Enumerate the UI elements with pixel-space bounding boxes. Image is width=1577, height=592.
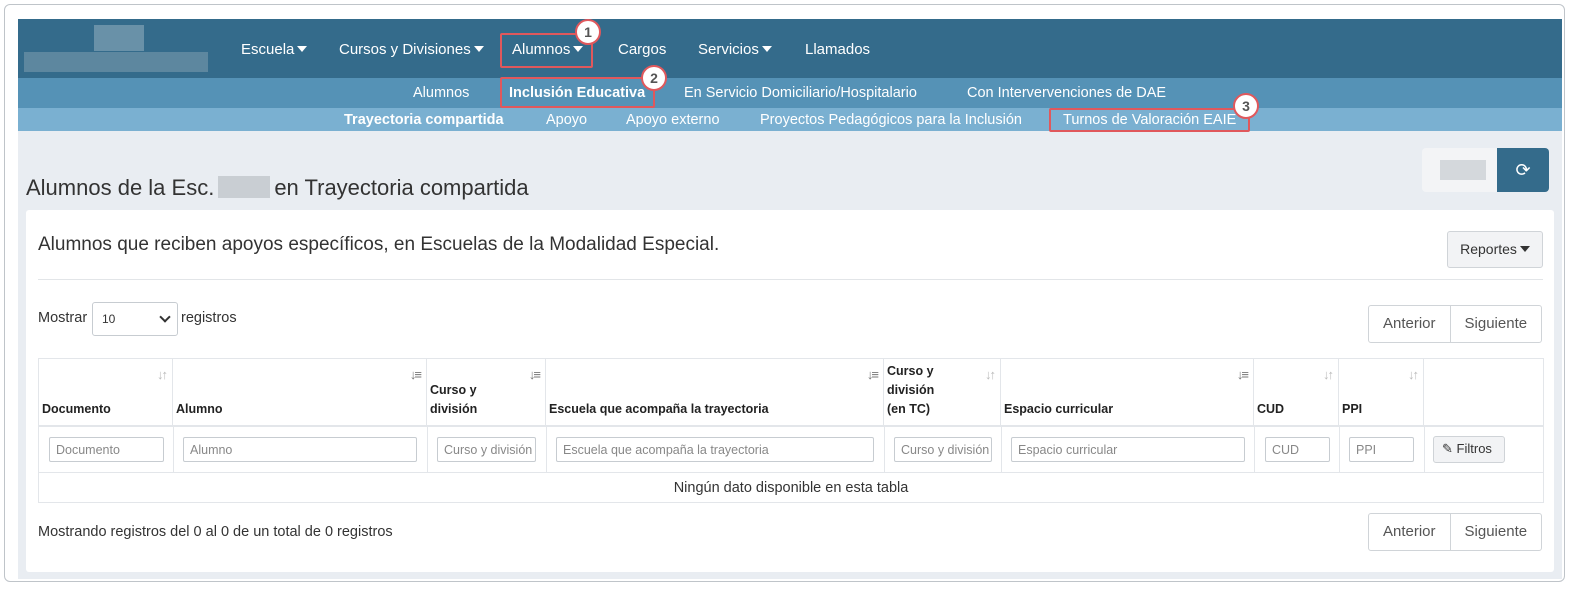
screenshot-frame: Escuela Cursos y Divisiones Alumnos Carg… [4, 4, 1565, 582]
refresh-icon: ⟳ [1515, 159, 1531, 180]
filter-documento-input[interactable]: Documento [49, 437, 164, 462]
empty-table-message: Ningún dato disponible en esta tabla [673, 480, 909, 496]
callout-badge-2: 2 [641, 65, 667, 91]
caret-down-icon [761, 46, 772, 52]
highlight-box-2 [500, 77, 655, 108]
students-table: Documento ↓↑ Alumno ↓≡ Curso y división ↓≡ … [38, 358, 1544, 503]
redacted-school-number [218, 176, 271, 198]
prev-button[interactable]: Anterior [1369, 306, 1450, 342]
nav-llamados[interactable]: Llamados [805, 41, 870, 58]
divider [38, 279, 1543, 280]
sort-asc-icon: ↓≡ [528, 367, 541, 382]
col-header-espacio-curricular[interactable]: Espacio curricular ↓≡ [1001, 359, 1254, 425]
table-info: Mostrando registros del 0 al 0 de un tot… [38, 524, 393, 540]
nav-servicios[interactable]: Servicios [698, 41, 772, 58]
nav-cursos-divisiones[interactable]: Cursos y Divisiones [339, 41, 484, 58]
col-header-cud[interactable]: CUD ↓↑ [1254, 359, 1339, 425]
eraser-icon: ✎ [1442, 441, 1453, 456]
cell-divider [1001, 427, 1002, 473]
school-select-button[interactable] [1422, 148, 1497, 192]
redacted-label [1440, 160, 1486, 180]
col-header-alumno[interactable]: Alumno ↓≡ [173, 359, 427, 425]
page-title: Alumnos de la Esc. en Trayectoria compart… [26, 175, 529, 200]
top-navbar: Escuela Cursos y Divisiones Alumnos Carg… [18, 19, 1562, 78]
sort-asc-icon: ↓≡ [409, 367, 422, 382]
filter-espacio-curricular-input[interactable]: Espacio curricular [1011, 437, 1245, 462]
filter-ppi-input[interactable]: PPI [1349, 437, 1414, 462]
sort-asc-icon: ↓≡ [1236, 367, 1249, 382]
nav-cargos[interactable]: Cargos [618, 41, 666, 58]
filter-row: Documento Alumno Curso y división Escuel… [39, 427, 1543, 473]
students-card: Alumnos que reciben apoyos específicos, … [26, 210, 1554, 572]
pagination-bottom: Anterior Siguiente [1368, 513, 1543, 551]
subnav-alumnos[interactable]: Alumnos [413, 85, 469, 101]
reportes-button[interactable]: Reportes [1447, 231, 1543, 268]
pagination-top: Anterior Siguiente [1368, 305, 1543, 343]
filter-escuela-input[interactable]: Escuela que acompaña la trayectoria [556, 437, 874, 462]
sort-icon: ↓↑ [1323, 367, 1334, 382]
prev-button[interactable]: Anterior [1369, 514, 1450, 550]
cell-divider [1254, 427, 1255, 473]
filter-curso-division-input[interactable]: Curso y división [437, 437, 536, 462]
highlight-box-3 [1049, 108, 1250, 132]
tab-proyectos-pedagogicos[interactable]: Proyectos Pedagógicos para la Inclusión [760, 112, 1022, 128]
caret-down-icon [297, 46, 308, 52]
col-header-documento[interactable]: Documento ↓↑ [39, 359, 173, 425]
subnav-intervenciones-dae[interactable]: Con Intervervenciones de DAE [967, 85, 1166, 101]
logo-text [24, 52, 208, 72]
app: Escuela Cursos y Divisiones Alumnos Carg… [18, 19, 1562, 579]
records-label: registros [181, 310, 237, 326]
page-size-select[interactable]: 10 [92, 302, 178, 336]
callout-badge-1: 1 [575, 19, 601, 45]
caret-down-icon [473, 46, 484, 52]
tab-trayectoria-compartida[interactable]: Trayectoria compartida [344, 112, 504, 128]
filter-alumno-input[interactable]: Alumno [183, 437, 417, 462]
sort-icon: ↓↑ [1408, 367, 1419, 382]
header-button-group: ⟳ [1422, 148, 1549, 192]
col-header-curso-division[interactable]: Curso y división ↓≡ [427, 359, 546, 425]
card-subtitle: Alumnos que reciben apoyos específicos, … [38, 234, 720, 255]
cell-divider [1339, 427, 1340, 473]
tab-apoyo-externo[interactable]: Apoyo externo [626, 112, 720, 128]
next-button[interactable]: Siguiente [1449, 514, 1542, 550]
next-button[interactable]: Siguiente [1449, 306, 1542, 342]
cell-divider [1424, 427, 1425, 473]
chevron-down-icon [159, 311, 171, 323]
logo[interactable] [94, 25, 144, 51]
cell-divider [173, 427, 174, 473]
cell-divider [884, 427, 885, 473]
col-header-curso-division-tc[interactable]: Curso y división (en TC) ↓↑ [884, 359, 1001, 425]
callout-badge-3: 3 [1233, 93, 1259, 119]
cell-divider [546, 427, 547, 473]
filter-cud-input[interactable]: CUD [1265, 437, 1330, 462]
cell-divider [427, 427, 428, 473]
caret-down-icon [1519, 246, 1530, 252]
sort-icon: ↓↑ [157, 367, 168, 382]
show-label: Mostrar [38, 310, 88, 326]
tab-apoyo[interactable]: Apoyo [546, 112, 587, 128]
col-header-actions [1424, 359, 1543, 425]
col-header-ppi[interactable]: PPI ↓↑ [1339, 359, 1424, 425]
subnav-servicio-domiciliario[interactable]: En Servicio Domiciliario/Hospitalario [684, 85, 917, 101]
filtros-button[interactable]: ✎ Filtros [1433, 436, 1505, 463]
nav-escuela[interactable]: Escuela [241, 41, 308, 58]
sort-icon: ↓↑ [985, 367, 996, 382]
filter-curso-division-tc-input[interactable]: Curso y división [894, 437, 992, 462]
sort-asc-icon: ↓≡ [866, 367, 879, 382]
refresh-button[interactable]: ⟳ [1497, 148, 1549, 192]
col-header-escuela[interactable]: Escuela que acompaña la trayectoria ↓≡ [546, 359, 884, 425]
